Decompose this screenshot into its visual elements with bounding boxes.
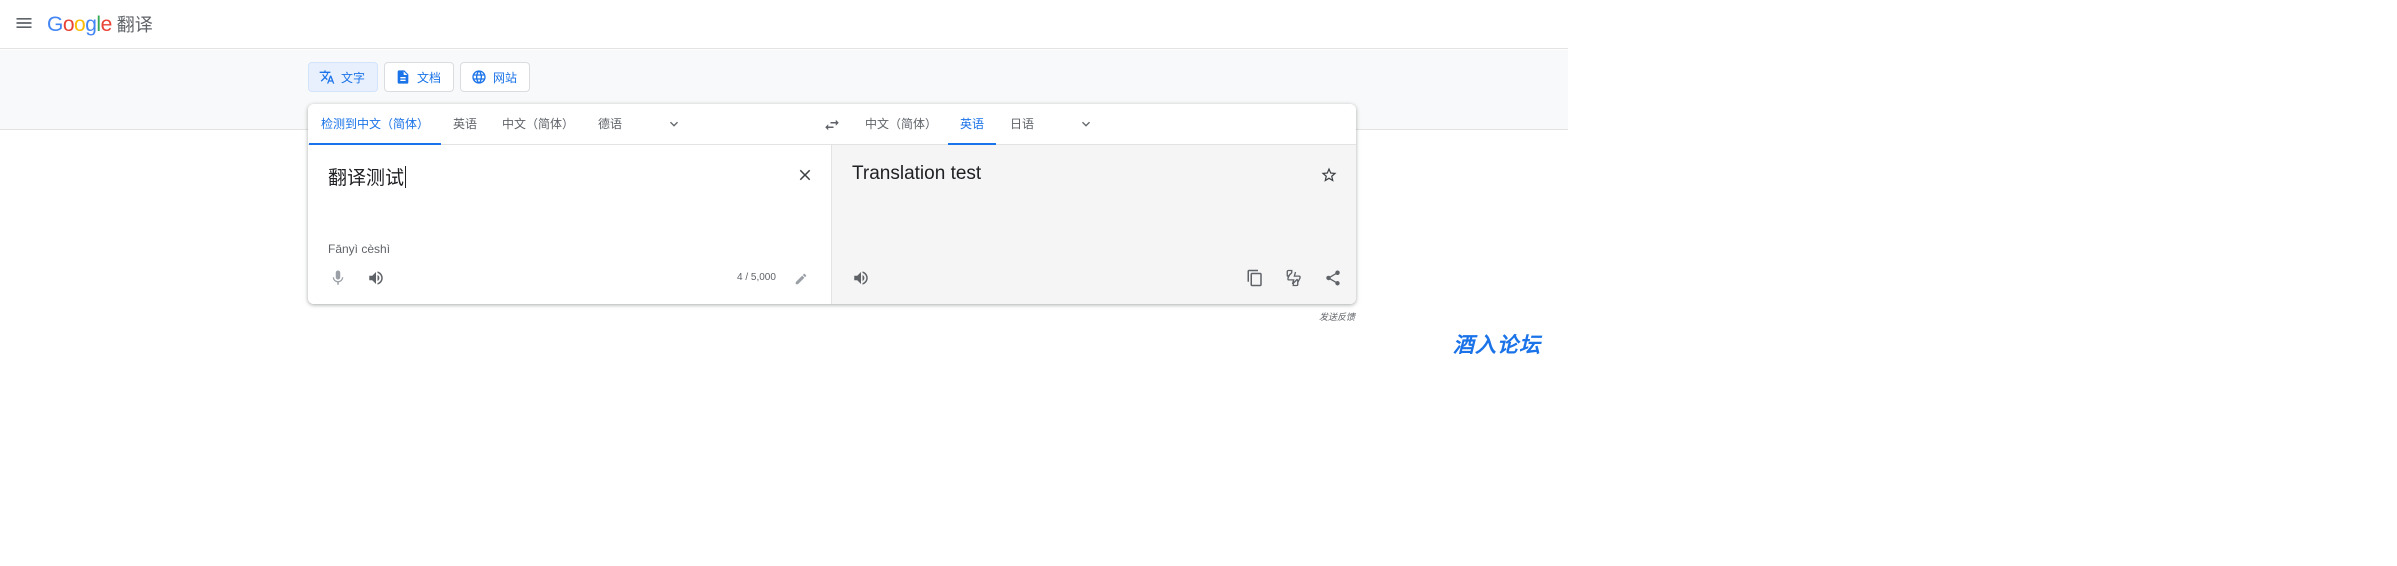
target-listen-speaker-icon[interactable]	[852, 269, 870, 287]
send-feedback-link[interactable]: 发送反馈	[1319, 310, 1355, 323]
source-lang-chinese-simplified[interactable]: 中文（简体）	[502, 104, 574, 145]
tab-text[interactable]: 文字	[308, 62, 379, 92]
handwriting-pencil-icon[interactable]	[794, 272, 808, 286]
document-icon	[397, 70, 409, 84]
translation-card: 检测到中文（简体） 英语 中文（简体） 德语 中文（简体） 英语 日语 翻译测试…	[308, 104, 1356, 304]
character-count: 4 / 5,000	[737, 272, 776, 283]
target-pane: Translation test	[832, 145, 1356, 304]
source-lang-german[interactable]: 德语	[598, 104, 622, 145]
tab-document-label: 文档	[417, 70, 442, 85]
source-listen-speaker-icon[interactable]	[367, 269, 385, 287]
source-lang-english[interactable]: 英语	[453, 104, 477, 145]
translated-text: Translation test	[852, 163, 982, 184]
tab-website-label: 网站	[493, 70, 518, 85]
top-bar: Google 翻译	[0, 0, 1568, 49]
logo-letter: o	[74, 13, 86, 36]
logo-letter: g	[85, 13, 97, 36]
tab-text-label: 文字	[341, 70, 366, 85]
tab-website[interactable]: 网站	[460, 62, 531, 92]
clear-text-close-icon[interactable]	[796, 166, 814, 184]
microphone-icon[interactable]	[329, 269, 347, 287]
translate-icon	[319, 70, 335, 84]
share-icon[interactable]	[1324, 269, 1342, 287]
swap-languages-icon[interactable]	[823, 116, 841, 134]
copy-translation-icon[interactable]	[1246, 269, 1264, 287]
globe-icon	[472, 70, 486, 84]
google-translate-logo[interactable]: Google 翻译	[47, 11, 153, 37]
source-text: 翻译测试	[328, 168, 405, 189]
tab-document[interactable]: 文档	[384, 62, 455, 92]
rate-translation-thumbs-icon[interactable]	[1285, 269, 1303, 287]
logo-letter: G	[47, 13, 63, 36]
target-lang-japanese[interactable]: 日语	[1010, 104, 1034, 145]
source-lang-more-chevron-down-icon[interactable]	[666, 116, 682, 132]
source-lang-detected[interactable]: 检测到中文（简体）	[308, 104, 442, 145]
hamburger-menu-icon[interactable]	[14, 13, 34, 33]
logo-letter: o	[62, 13, 75, 36]
mode-tabs: 文字 文档 网站	[308, 62, 531, 92]
product-name: 翻译	[116, 15, 153, 35]
target-lang-chinese-simplified[interactable]: 中文（简体）	[865, 104, 937, 145]
language-bar: 检测到中文（简体） 英语 中文（简体） 德语 中文（简体） 英语 日语	[308, 104, 1356, 145]
target-lang-more-chevron-down-icon[interactable]	[1078, 116, 1094, 132]
logo-letter: e	[100, 13, 113, 36]
source-text-input[interactable]: 翻译测试	[328, 163, 407, 190]
watermark-logo: 酒入论坛	[1453, 334, 1541, 357]
romanization-text: Fānyì cèshì	[328, 242, 391, 256]
save-translation-star-icon[interactable]	[1320, 166, 1338, 184]
source-pane: 翻译测试 Fānyì cèshì 4 / 5,000	[308, 145, 832, 304]
target-lang-english[interactable]: 英语	[947, 104, 997, 145]
text-caret	[405, 166, 407, 188]
